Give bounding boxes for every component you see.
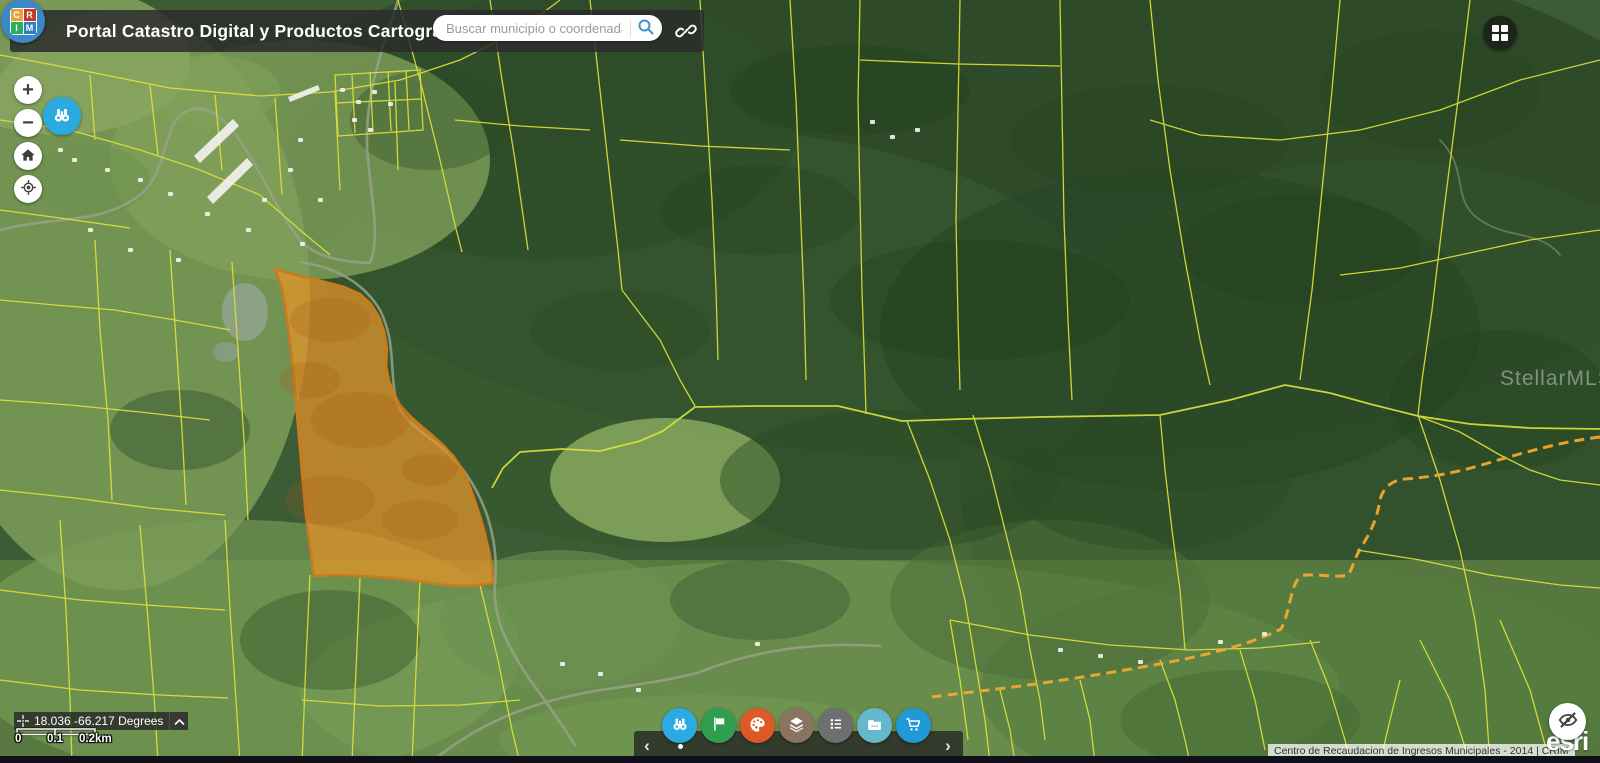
my-location-button[interactable] <box>14 175 42 203</box>
map-viewer: StellarMLS Portal Catastro Digital y Pro… <box>0 0 1600 763</box>
chevron-up-icon <box>174 714 185 729</box>
tool-files-button[interactable] <box>857 708 892 743</box>
home-icon <box>20 147 36 166</box>
palette-icon <box>748 715 767 737</box>
home-extent-button[interactable] <box>14 142 42 170</box>
tool-cart-button[interactable] <box>896 708 931 743</box>
folder-icon <box>865 715 884 737</box>
crim-logo-letters: C R I M <box>10 8 37 35</box>
scale-label-mid: 0.1 <box>47 733 63 745</box>
tool-flag-button[interactable] <box>701 708 736 743</box>
search-parcel-button[interactable] <box>43 97 81 135</box>
basemap-gallery-button[interactable] <box>1483 16 1517 50</box>
share-link-button[interactable] <box>672 19 700 45</box>
toolbar-prev-button[interactable]: ‹ <box>637 733 657 758</box>
locate-icon <box>20 179 37 199</box>
toolbar-page-indicator <box>678 744 683 749</box>
scale-label-start: 0 <box>15 733 21 745</box>
legend-list-icon <box>827 715 845 736</box>
search-input[interactable] <box>433 21 630 36</box>
layers-icon <box>787 715 806 737</box>
cart-icon <box>904 715 923 737</box>
binoculars-icon <box>670 714 690 737</box>
link-icon <box>675 20 697 45</box>
tool-legend-button[interactable] <box>818 708 853 743</box>
binoculars-icon <box>51 104 73 129</box>
grid-icon <box>1492 25 1508 41</box>
flag-icon <box>710 715 728 736</box>
eye-slash-icon <box>1557 709 1579 734</box>
page-title: Portal Catastro Digital y Productos Cart… <box>66 21 484 42</box>
scale-label-end: 0.2km <box>79 733 112 745</box>
crim-logo: C R I M <box>1 0 45 43</box>
tool-draw-button[interactable] <box>740 708 775 743</box>
search-icon <box>637 18 655 39</box>
search-button[interactable] <box>631 15 662 41</box>
zoom-in-button[interactable]: + <box>14 76 42 104</box>
tool-binoculars-button[interactable] <box>662 708 697 743</box>
collapse-coordinates-button[interactable] <box>169 712 188 730</box>
toolbar-next-button[interactable]: › <box>938 733 958 758</box>
satellite-map[interactable] <box>0 0 1600 763</box>
hide-attribution-button[interactable] <box>1549 703 1586 740</box>
bottom-strip <box>0 756 1600 763</box>
zoom-out-button[interactable]: − <box>14 109 42 137</box>
search-bar <box>433 15 662 41</box>
tool-layers-button[interactable] <box>779 708 814 743</box>
